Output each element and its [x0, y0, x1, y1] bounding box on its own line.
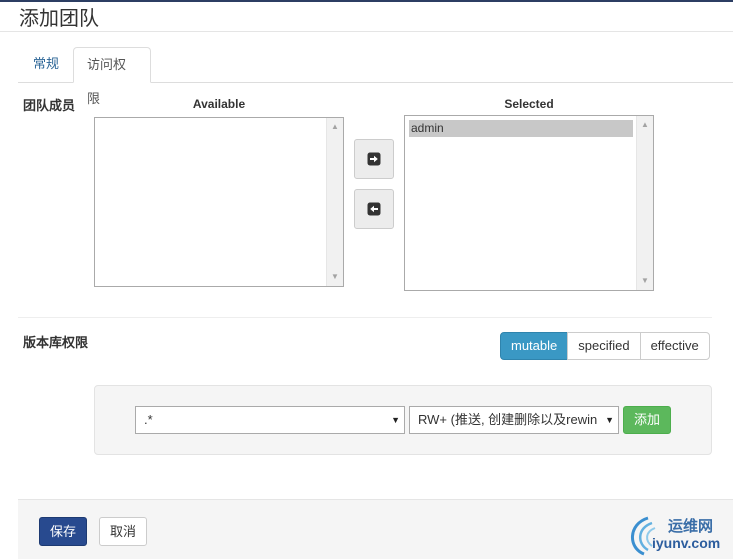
remove-member-button[interactable]	[354, 189, 394, 229]
available-heading: Available	[192, 97, 246, 111]
repo-permissions-label: 版本库权限	[23, 335, 89, 350]
permission-mode-toggle: mutable specified effective	[500, 332, 710, 360]
add-permission-button[interactable]: 添加	[623, 406, 671, 434]
permission-level-value: RW+ (推送, 创建删除以及rewin	[418, 412, 598, 427]
add-member-button[interactable]	[354, 139, 394, 179]
mode-effective-button[interactable]: effective	[639, 332, 710, 360]
scroll-down-icon[interactable]: ▼	[327, 270, 343, 284]
save-button[interactable]: 保存	[39, 517, 87, 546]
tab-access-permissions[interactable]: 访问权限	[73, 47, 151, 106]
permission-level-select[interactable]: RW+ (推送, 创建删除以及rewin ▼	[409, 406, 619, 434]
repo-pattern-value: .*	[144, 412, 153, 427]
mode-specified-button[interactable]: specified	[567, 332, 641, 360]
arrow-left-icon	[367, 202, 381, 216]
repo-pattern-select[interactable]: .* ▼	[135, 406, 405, 434]
cancel-button[interactable]: 取消	[99, 517, 147, 546]
page-title: 添加团队	[19, 8, 99, 30]
team-members-label: 团队成员	[23, 98, 76, 113]
chevron-down-icon: ▼	[388, 407, 400, 433]
watermark-name: 运维网	[668, 518, 714, 535]
scroll-up-icon[interactable]: ▲	[327, 120, 343, 134]
scroll-down-icon[interactable]: ▼	[637, 274, 653, 288]
section-divider	[18, 317, 712, 318]
selected-member-item[interactable]: admin	[409, 120, 633, 137]
selected-scrollbar[interactable]: ▲ ▼	[636, 116, 653, 290]
available-members-list[interactable]: ▲ ▼	[94, 117, 344, 287]
watermark-url: iyunv.com	[652, 535, 721, 551]
chevron-down-icon: ▼	[602, 407, 614, 433]
selected-members-list[interactable]: admin ▲ ▼	[404, 115, 654, 291]
scroll-up-icon[interactable]: ▲	[637, 118, 653, 132]
arrow-right-icon	[367, 152, 381, 166]
top-border	[0, 0, 733, 2]
mode-mutable-button[interactable]: mutable	[500, 332, 569, 360]
title-divider	[0, 31, 733, 32]
tab-general[interactable]: 常规	[20, 47, 72, 83]
selected-heading: Selected	[504, 97, 554, 111]
available-scrollbar[interactable]: ▲ ▼	[326, 118, 343, 286]
